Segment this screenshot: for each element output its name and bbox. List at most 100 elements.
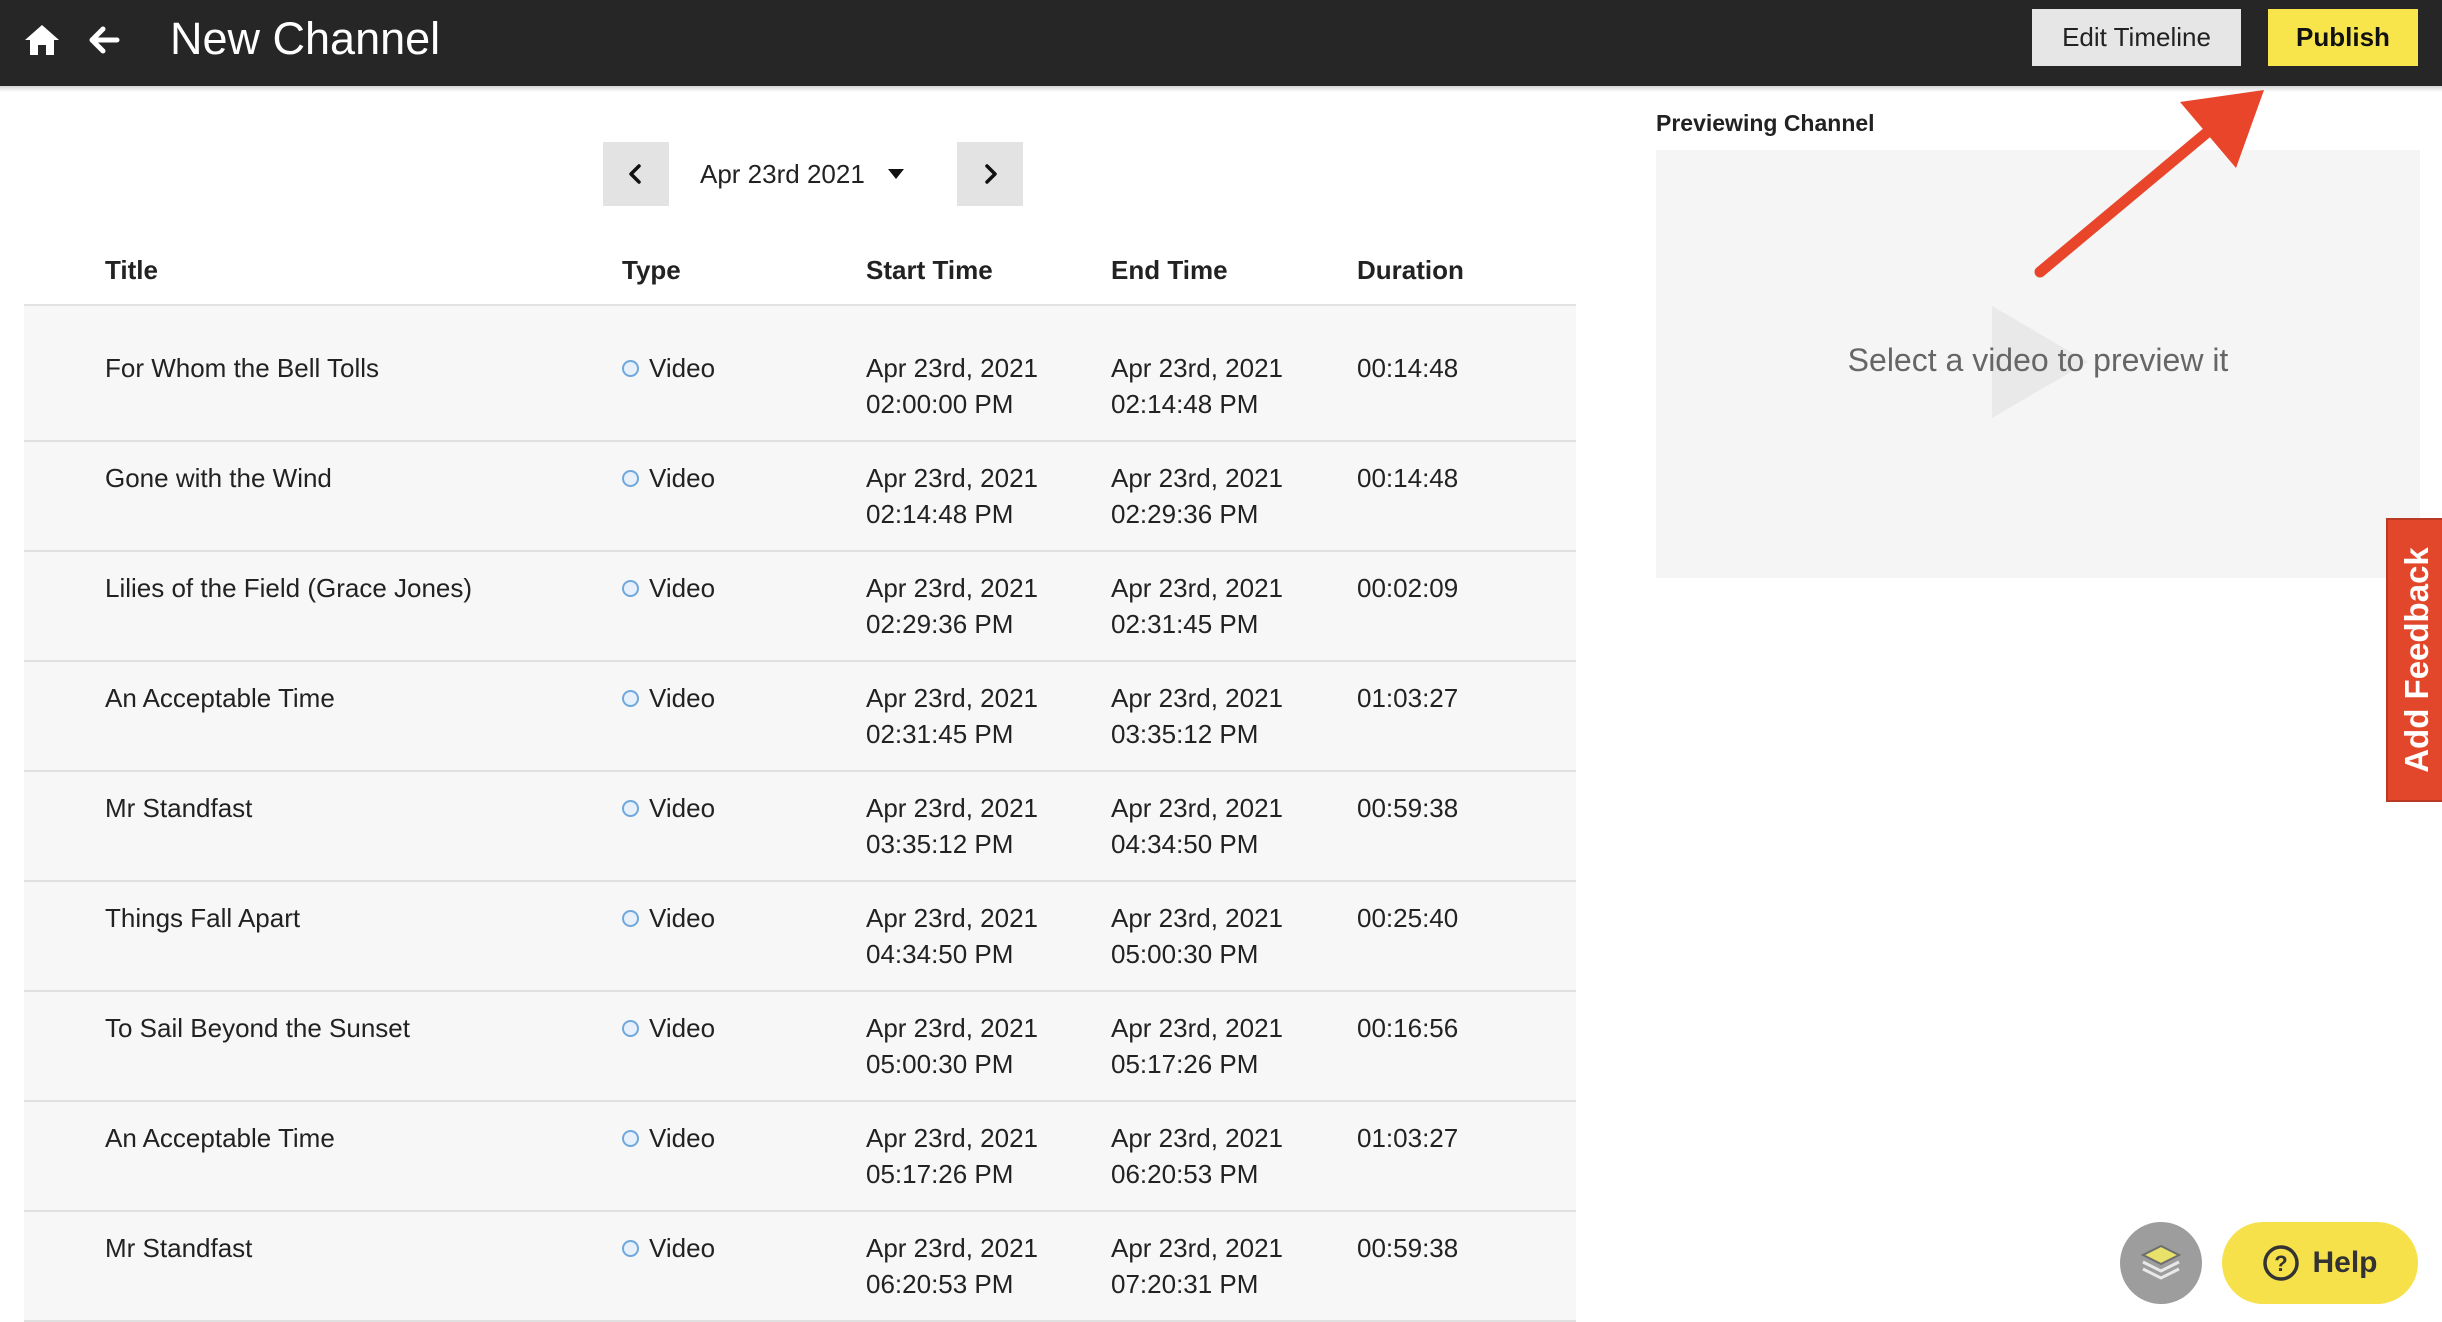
table-body: For Whom the Bell Tolls Video Apr 23rd, … (24, 306, 1576, 1322)
row-type-label: Video (649, 353, 716, 383)
row-end-time: Apr 23rd, 2021 05:00:30 PM (1111, 900, 1283, 972)
row-type: Video (622, 680, 715, 716)
row-type: Video (622, 1010, 715, 1046)
row-type-label: Video (649, 1233, 716, 1263)
row-title: To Sail Beyond the Sunset (105, 1013, 410, 1043)
add-feedback-label: Add Feedback (2398, 547, 2435, 773)
row-end-clock: 06:20:53 PM (1111, 1159, 1259, 1189)
row-start-date: Apr 23rd, 2021 (866, 793, 1039, 823)
row-title: Mr Standfast (105, 793, 253, 823)
table-row[interactable]: An Acceptable Time Video Apr 23rd, 2021 0… (24, 1102, 1576, 1212)
row-duration: 00:59:38 (1357, 1233, 1459, 1263)
row-end-clock: 07:20:31 PM (1111, 1269, 1259, 1299)
row-type: Video (622, 460, 715, 496)
preview-heading: Previewing Channel (1656, 110, 1875, 136)
row-type: Video (622, 1120, 715, 1156)
row-end-time: Apr 23rd, 2021 02:31:45 PM (1111, 570, 1283, 642)
chevron-right-icon (985, 164, 997, 184)
table-row[interactable]: Lilies of the Field (Grace Jones) Video … (24, 552, 1576, 662)
column-header-title[interactable]: Title (105, 234, 158, 306)
home-button[interactable] (22, 20, 62, 60)
table-row[interactable]: Mr Standfast Video Apr 23rd, 2021 03:35:1… (24, 772, 1576, 882)
row-end-date: Apr 23rd, 2021 (1111, 463, 1284, 493)
publish-button[interactable]: Publish (2268, 9, 2418, 66)
row-duration: 01:03:27 (1357, 1123, 1459, 1153)
row-start-date: Apr 23rd, 2021 (866, 683, 1039, 713)
stack-icon (2140, 1244, 2182, 1280)
question-circle-icon: ? (2263, 1245, 2300, 1281)
column-header-end-time[interactable]: End Time (1111, 234, 1228, 306)
previous-day-button[interactable] (603, 142, 669, 206)
schedule-table: Title Type Start Time End Time Duration … (24, 234, 1576, 1322)
row-type-label: Video (649, 573, 716, 603)
row-type-label: Video (649, 683, 716, 713)
row-end-time: Apr 23rd, 2021 02:29:36 PM (1111, 460, 1283, 532)
chevron-left-icon (629, 164, 641, 184)
table-row[interactable]: To Sail Beyond the Sunset Video Apr 23rd… (24, 992, 1576, 1102)
row-start-clock: 04:34:50 PM (866, 939, 1014, 969)
column-header-duration[interactable]: Duration (1357, 234, 1464, 306)
add-feedback-tab[interactable]: Add Feedback (2386, 518, 2442, 802)
row-duration: 00:59:38 (1357, 793, 1459, 823)
column-header-start-time[interactable]: Start Time (866, 234, 993, 306)
row-end-clock: 03:35:12 PM (1111, 719, 1259, 749)
row-start-time: Apr 23rd, 2021 02:00:00 PM (866, 350, 1038, 422)
top-bar: New Channel Edit Timeline Publish (0, 0, 2442, 86)
row-start-clock: 03:35:12 PM (866, 829, 1014, 859)
selected-date: Apr 23rd 2021 (700, 158, 865, 189)
column-header-type[interactable]: Type (622, 234, 681, 306)
row-end-date: Apr 23rd, 2021 (1111, 1013, 1284, 1043)
help-label: Help (2312, 1246, 2378, 1279)
video-type-icon (622, 1239, 639, 1257)
video-type-icon (622, 1019, 639, 1037)
home-icon (25, 25, 59, 55)
table-header: Title Type Start Time End Time Duration (24, 234, 1576, 306)
row-end-clock: 04:34:50 PM (1111, 829, 1259, 859)
row-title: An Acceptable Time (105, 683, 335, 713)
row-start-date: Apr 23rd, 2021 (866, 573, 1039, 603)
table-row[interactable]: Gone with the Wind Video Apr 23rd, 2021 0… (24, 442, 1576, 552)
row-type: Video (622, 900, 715, 936)
row-end-clock: 05:00:30 PM (1111, 939, 1259, 969)
svg-text:?: ? (2275, 1251, 2288, 1276)
row-start-date: Apr 23rd, 2021 (866, 1123, 1039, 1153)
row-start-clock: 05:00:30 PM (866, 1049, 1014, 1079)
table-row[interactable]: For Whom the Bell Tolls Video Apr 23rd, … (24, 320, 1576, 442)
video-type-icon (622, 359, 639, 377)
row-end-clock: 02:31:45 PM (1111, 609, 1259, 639)
row-title: Lilies of the Field (Grace Jones) (105, 573, 473, 603)
row-start-date: Apr 23rd, 2021 (866, 1233, 1039, 1263)
row-end-time: Apr 23rd, 2021 07:20:31 PM (1111, 1230, 1283, 1302)
row-end-date: Apr 23rd, 2021 (1111, 1123, 1284, 1153)
row-start-time: Apr 23rd, 2021 02:31:45 PM (866, 680, 1038, 752)
row-end-clock: 05:17:26 PM (1111, 1049, 1259, 1079)
row-start-time: Apr 23rd, 2021 02:29:36 PM (866, 570, 1038, 642)
back-button[interactable] (84, 20, 124, 60)
stack-button[interactable] (2120, 1222, 2202, 1304)
video-type-icon (622, 1129, 639, 1147)
row-title: For Whom the Bell Tolls (105, 353, 380, 383)
row-start-time: Apr 23rd, 2021 06:20:53 PM (866, 1230, 1038, 1302)
row-start-time: Apr 23rd, 2021 04:34:50 PM (866, 900, 1038, 972)
caret-down-icon (887, 169, 904, 179)
row-title: Mr Standfast (105, 1233, 253, 1263)
table-row[interactable]: An Acceptable Time Video Apr 23rd, 2021 0… (24, 662, 1576, 772)
video-type-icon (622, 469, 639, 487)
row-end-time: Apr 23rd, 2021 02:14:48 PM (1111, 350, 1283, 422)
video-type-icon (622, 909, 639, 927)
row-end-clock: 02:29:36 PM (1111, 499, 1259, 529)
row-type-label: Video (649, 1013, 716, 1043)
table-row[interactable]: Mr Standfast Video Apr 23rd, 2021 06:20:5… (24, 1212, 1576, 1322)
arrow-left-icon (89, 26, 120, 54)
annotation-arrow-icon (2034, 90, 2264, 278)
table-row[interactable]: Things Fall Apart Video Apr 23rd, 2021 04… (24, 882, 1576, 992)
edit-timeline-button[interactable]: Edit Timeline (2032, 9, 2241, 66)
date-dropdown[interactable]: Apr 23rd 2021 (700, 142, 930, 206)
row-title: Gone with the Wind (105, 463, 332, 493)
row-start-date: Apr 23rd, 2021 (866, 1013, 1039, 1043)
row-end-date: Apr 23rd, 2021 (1111, 793, 1284, 823)
row-end-time: Apr 23rd, 2021 03:35:12 PM (1111, 680, 1283, 752)
help-button[interactable]: ? Help (2222, 1222, 2418, 1304)
next-day-button[interactable] (957, 142, 1023, 206)
row-end-date: Apr 23rd, 2021 (1111, 683, 1284, 713)
